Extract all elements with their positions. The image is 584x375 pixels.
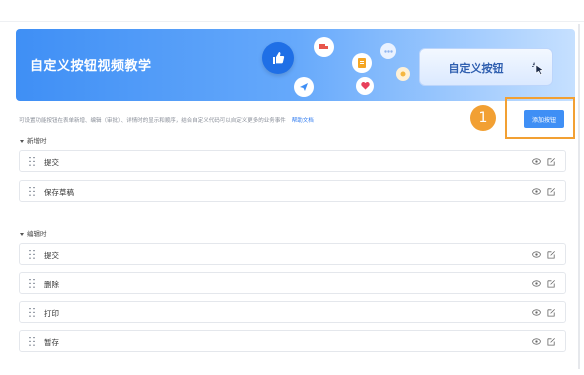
- button-row-label: 打印: [44, 309, 59, 318]
- button-row-label: 暂存: [44, 338, 59, 347]
- scrollbar[interactable]: [578, 24, 580, 369]
- document-icon: [352, 53, 372, 73]
- top-bar: [0, 0, 584, 22]
- heart-icon: [356, 77, 374, 95]
- edit-icon[interactable]: [547, 279, 556, 288]
- edit-icon[interactable]: [547, 250, 556, 259]
- button-row-label: 保存草稿: [44, 188, 74, 197]
- coin-icon: [396, 67, 410, 81]
- visibility-eye-icon[interactable]: [532, 308, 541, 317]
- button-row-label: 提交: [44, 158, 59, 167]
- description-body: 可设置功能按钮在表单新增、编辑（审批）、详情时的显示和顺序，结合自定义代码可以自…: [19, 118, 286, 124]
- edit-icon[interactable]: [547, 157, 556, 166]
- drag-handle-icon[interactable]: [29, 308, 35, 317]
- button-row[interactable]: 删除: [19, 272, 566, 294]
- custom-button-illustration-label: 自定义按钮: [448, 62, 504, 75]
- caret-down-icon: [20, 232, 24, 236]
- button-row-label: 删除: [44, 280, 59, 289]
- section-edit-label: 编辑时: [27, 230, 47, 238]
- add-button-highlight: 添加按钮: [505, 97, 575, 139]
- help-doc-link[interactable]: 帮助文档: [292, 118, 314, 124]
- visibility-eye-icon[interactable]: [532, 279, 541, 288]
- banner-title: 自定义按钮视频教学: [30, 59, 152, 74]
- button-row-label: 提交: [44, 251, 59, 260]
- drag-handle-icon[interactable]: [29, 337, 35, 346]
- section-edit-toggle[interactable]: 编辑时: [20, 228, 47, 238]
- caret-down-icon: [20, 139, 24, 143]
- drag-handle-icon[interactable]: [29, 157, 35, 166]
- description-text: 可设置功能按钮在表单新增、编辑（审批）、详情时的显示和顺序，结合自定义代码可以自…: [19, 116, 314, 124]
- edit-icon[interactable]: [547, 308, 556, 317]
- visibility-eye-icon[interactable]: [532, 157, 541, 166]
- add-button[interactable]: 添加按钮: [524, 110, 564, 128]
- button-row[interactable]: 打印: [19, 301, 566, 323]
- section-create-label: 新增时: [27, 137, 47, 145]
- button-row[interactable]: 保存草稿: [19, 180, 566, 202]
- visibility-eye-icon[interactable]: [532, 187, 541, 196]
- drag-handle-icon[interactable]: [29, 187, 35, 196]
- button-row[interactable]: 提交: [19, 243, 566, 265]
- visibility-eye-icon[interactable]: [532, 250, 541, 259]
- button-row[interactable]: 提交: [19, 150, 566, 172]
- visibility-eye-icon[interactable]: [532, 337, 541, 346]
- tutorial-banner[interactable]: 自定义按钮视频教学 自定义按钮: [16, 29, 575, 101]
- custom-button-illustration: 自定义按钮: [419, 48, 553, 86]
- edit-icon[interactable]: [547, 337, 556, 346]
- chat-dots-icon: [380, 43, 396, 59]
- drag-handle-icon[interactable]: [29, 279, 35, 288]
- section-create-toggle[interactable]: 新增时: [20, 135, 47, 145]
- button-row[interactable]: 暂存: [19, 330, 566, 352]
- cursor-icon: [531, 61, 546, 80]
- step-badge: 1: [470, 105, 496, 131]
- truck-icon: [314, 37, 334, 57]
- edit-icon[interactable]: [547, 187, 556, 196]
- drag-handle-icon[interactable]: [29, 250, 35, 259]
- thumbs-up-icon: [262, 42, 294, 74]
- send-icon: [294, 77, 314, 97]
